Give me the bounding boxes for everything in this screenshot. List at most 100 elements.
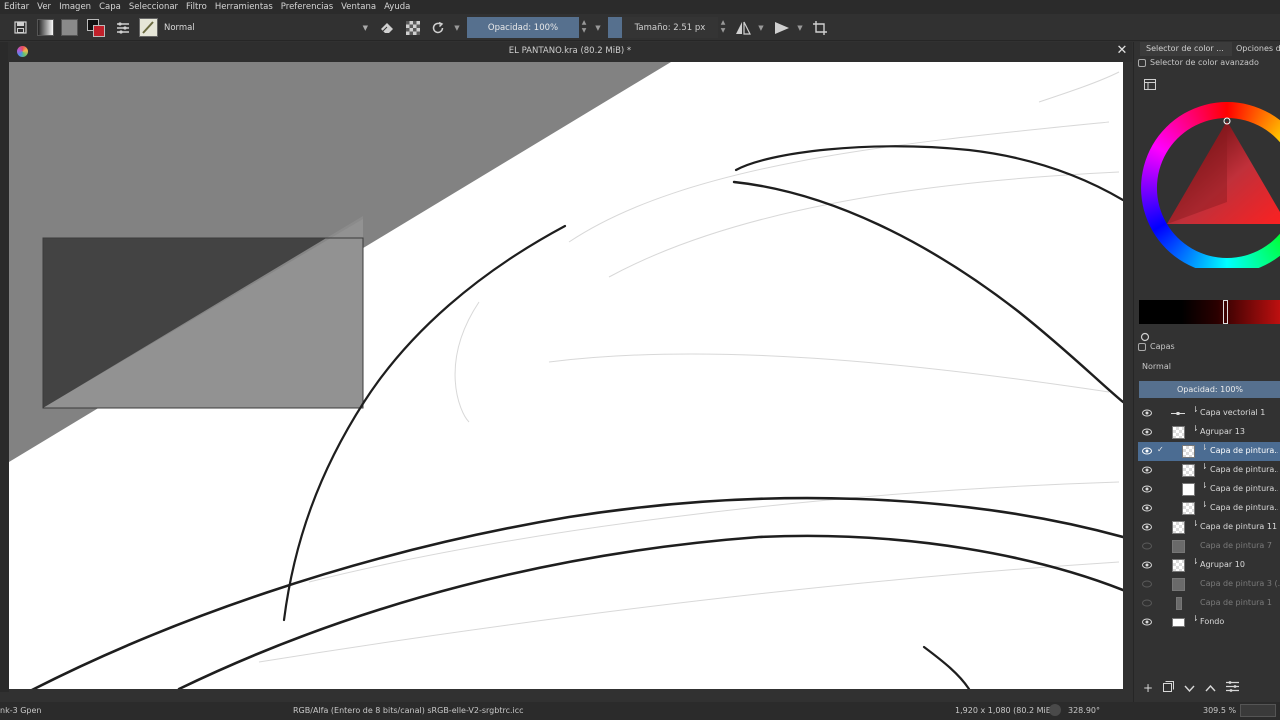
color-swatch-icon[interactable] [86, 17, 106, 38]
layer-row[interactable]: Capa de pintura 3 (... [1138, 575, 1280, 594]
chevron-down-icon[interactable]: ▼ [593, 17, 603, 38]
layer-thumbnail [1172, 521, 1185, 534]
menu-capa[interactable]: Capa [95, 0, 125, 14]
color-panel-title: Selector de color avanzado [1150, 58, 1259, 67]
eye-icon[interactable] [1142, 409, 1152, 417]
reload-icon[interactable] [428, 17, 448, 38]
eye-hidden-icon[interactable] [1142, 599, 1152, 607]
color-panel-header: Selector de color avanzado [1138, 58, 1259, 67]
layer-properties-icon[interactable] [1226, 681, 1240, 695]
layer-link-icon: ⇂ [1201, 443, 1208, 452]
opacity-slider-label: Opacidad: 100% [487, 22, 559, 33]
menu-ver[interactable]: Ver [33, 0, 55, 14]
move-layer-up-icon[interactable] [1205, 681, 1216, 695]
size-slider[interactable]: Tamaño: 2.51 px [622, 17, 718, 38]
save-icon[interactable] [10, 17, 30, 38]
menu-filtro[interactable]: Filtro [182, 0, 211, 14]
layer-name: Capa de pintura 3 (... [1200, 579, 1280, 588]
layer-link-icon: ⇂ [1201, 500, 1208, 509]
chevron-down-icon[interactable]: ▼ [452, 17, 462, 38]
tab-color-selector[interactable]: Selector de color ... [1140, 42, 1232, 56]
eye-icon[interactable] [1142, 523, 1152, 531]
layer-link-icon: ⇂ [1192, 557, 1199, 566]
menu-preferencias[interactable]: Preferencias [277, 0, 337, 14]
layer-row[interactable]: Capa de pintura 1 [1138, 594, 1280, 613]
eye-icon[interactable] [1142, 466, 1152, 474]
eye-icon[interactable] [1142, 504, 1152, 512]
brush-preset-icon[interactable] [138, 17, 158, 38]
eye-icon[interactable] [1142, 485, 1152, 493]
menu-imagen[interactable]: Imagen [55, 0, 95, 14]
mirror-vertical-icon[interactable] [772, 17, 792, 38]
eye-hidden-icon[interactable] [1142, 580, 1152, 588]
eraser-icon[interactable] [377, 17, 397, 38]
layer-thumbnail [1182, 483, 1195, 496]
opacity-spinner[interactable]: ▲ ▼ [580, 17, 588, 38]
vector-layer-icon [1171, 412, 1185, 415]
layer-thumbnail [1176, 597, 1182, 610]
menu-ayuda[interactable]: Ayuda [380, 0, 414, 14]
color-shade-bar[interactable] [1139, 300, 1280, 324]
drawing-canvas[interactable] [9, 62, 1123, 689]
menu-herramientas[interactable]: Herramientas [211, 0, 277, 14]
layer-row[interactable]: Capa de pintura 7 [1138, 537, 1280, 556]
close-document-button[interactable]: ✕ [1114, 43, 1130, 59]
size-spinner[interactable]: ▲ ▼ [719, 17, 727, 38]
left-dock-edge [0, 42, 9, 692]
layer-row[interactable]: ⇂ Capa de pintura... [1138, 480, 1280, 499]
panel-float-icon[interactable] [1138, 58, 1146, 67]
eye-icon[interactable] [1142, 428, 1152, 436]
add-layer-icon[interactable]: + [1143, 681, 1153, 695]
color-wheel[interactable] [1139, 102, 1280, 268]
layer-link-icon: ⇂ [1201, 462, 1208, 471]
wrap-around-icon[interactable] [810, 17, 830, 38]
color-panel-settings-icon[interactable] [1144, 75, 1156, 90]
shade-bar-handle[interactable] [1223, 300, 1228, 324]
eye-icon[interactable] [1142, 447, 1152, 455]
size-slider-label: Tamaño: 2.51 px [634, 22, 706, 33]
layer-row[interactable]: ⇂ Agrupar 10 [1138, 556, 1280, 575]
layers-panel-header: Capas [1138, 342, 1175, 351]
opacity-slider[interactable]: Opacidad: 100% [467, 17, 579, 38]
menu-editar[interactable]: Editar [0, 0, 33, 14]
gradient-preset-icon[interactable] [36, 17, 54, 38]
layer-name: Capa de pintura 1 [1200, 598, 1272, 607]
layer-opacity-label: Opacidad: 100% [1176, 385, 1244, 394]
mirror-horizontal-icon[interactable] [733, 17, 753, 38]
chevron-down-icon: ▼ [362, 23, 368, 32]
brush-settings-icon[interactable] [113, 17, 133, 38]
size-slider-fill[interactable] [608, 17, 622, 38]
layer-row[interactable]: ⇂ Capa de pintura... [1138, 461, 1280, 480]
layer-row[interactable]: ⇂ Capa de pintura 11 [1138, 518, 1280, 537]
zoom-slider[interactable] [1240, 704, 1276, 717]
document-title: EL PANTANO.kra (80.2 MiB) * [508, 46, 632, 56]
layer-row[interactable]: ⇂ Capa vectorial 1 [1138, 404, 1280, 423]
layer-row[interactable]: ⇂ Fondo [1138, 613, 1280, 632]
duplicate-layer-icon[interactable] [1163, 681, 1175, 695]
chevron-down-icon[interactable]: ▼ [795, 17, 805, 38]
layer-name: Capa de pintura 11 [1200, 522, 1278, 531]
rotation-dial-icon[interactable] [1049, 704, 1061, 716]
menu-ventana[interactable]: Ventana [337, 0, 380, 14]
layer-row-selected[interactable]: ✓ ⇂ Capa de pintura... [1138, 442, 1280, 461]
blend-mode-select[interactable]: Normal ▼ [164, 17, 370, 38]
refresh-icon[interactable] [1140, 327, 1150, 342]
layer-opacity-slider[interactable]: Opacidad: 100% [1139, 381, 1280, 398]
eye-hidden-icon[interactable] [1142, 542, 1152, 550]
move-layer-down-icon[interactable] [1184, 681, 1195, 695]
chevron-down-icon[interactable]: ▼ [756, 17, 766, 38]
preserve-alpha-icon[interactable] [403, 17, 423, 38]
menu-seleccionar[interactable]: Seleccionar [125, 0, 182, 14]
layer-actions-bar: + [1138, 679, 1280, 697]
pattern-preset-icon[interactable] [60, 17, 78, 38]
layer-name: Capa vectorial 1 [1200, 408, 1266, 417]
layer-row[interactable]: ⇂ Capa de pintura... [1138, 499, 1280, 518]
layer-blend-mode-select[interactable]: Normal [1142, 362, 1171, 371]
status-rotation: 328.90° [1068, 706, 1100, 715]
eye-icon[interactable] [1142, 561, 1152, 569]
eye-icon[interactable] [1142, 618, 1152, 626]
layer-row[interactable]: ⇂ Agrupar 13 [1138, 423, 1280, 442]
layer-name: Agrupar 13 [1200, 427, 1245, 436]
tab-tool-options[interactable]: Opciones de [1230, 42, 1280, 56]
panel-float-icon[interactable] [1138, 342, 1146, 351]
